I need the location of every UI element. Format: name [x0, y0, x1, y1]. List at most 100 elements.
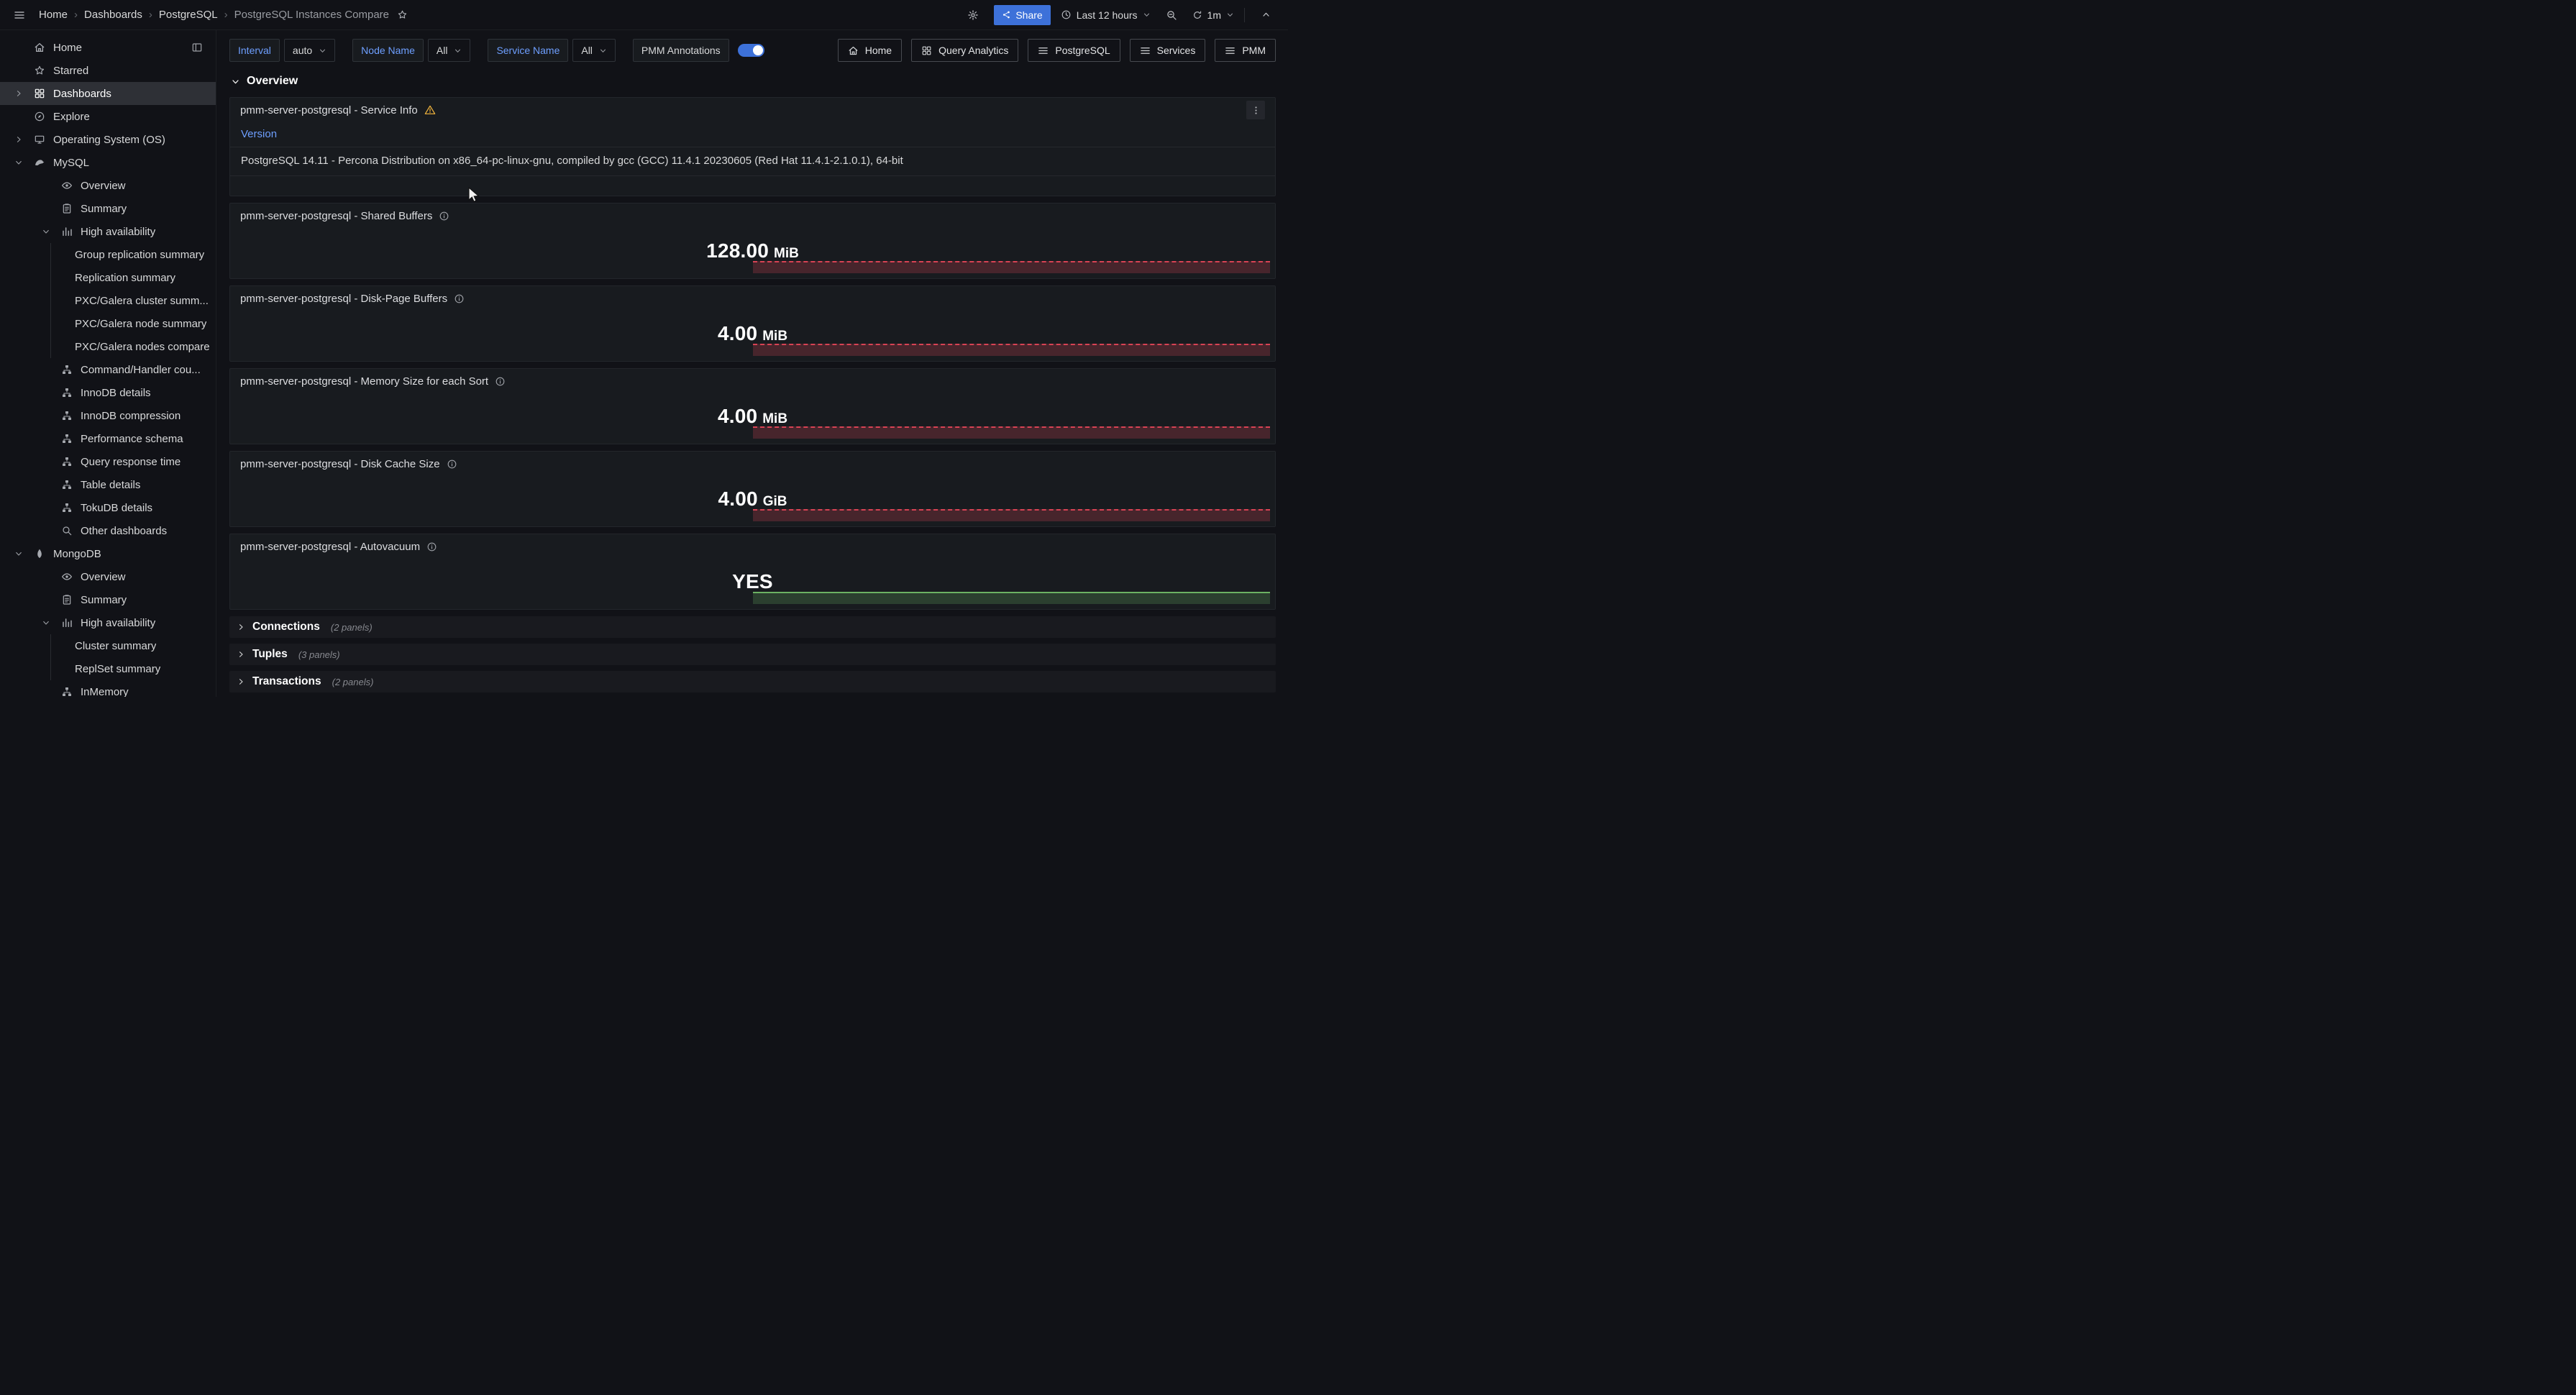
sidebar-item-label: Home	[53, 42, 82, 54]
sidebar-item-table-details[interactable]: Table details	[0, 473, 216, 496]
divider	[1244, 8, 1245, 22]
section-connections-row[interactable]: Connections (2 panels)	[229, 616, 1276, 638]
link-label: PMM	[1242, 45, 1266, 56]
sidebar-item-other-dashboards[interactable]: Other dashboards	[0, 519, 216, 542]
breadcrumb-home[interactable]: Home	[39, 9, 68, 21]
panel-menu-kebab-icon[interactable]	[1246, 101, 1265, 119]
chevron-down-icon[interactable]	[39, 224, 53, 239]
collapse-topbar-chevron-up-icon[interactable]	[1255, 4, 1276, 26]
sidebar-item-replset-summary[interactable]: ReplSet summary	[0, 657, 216, 680]
sidebar-item-mongodb-overview[interactable]: Overview	[0, 565, 216, 588]
sidebar-item-innodb-details[interactable]: InnoDB details	[0, 381, 216, 404]
stat-value: YES	[230, 570, 1275, 593]
dock-sidebar-icon[interactable]	[191, 42, 203, 53]
panel-title-bar[interactable]: pmm-server-postgresql - Service Info	[230, 98, 1275, 122]
time-range-picker[interactable]: Last 12 hours	[1061, 9, 1151, 21]
sidebar-item-mongodb-summary[interactable]: Summary	[0, 588, 216, 611]
panel-title-bar[interactable]: pmm-server-postgresql - Autovacuum	[230, 534, 1275, 559]
section-transactions-row[interactable]: Transactions (2 panels)	[229, 671, 1276, 692]
stat-unit: MiB	[762, 329, 787, 344]
sidebar-item-pxc-galera-node-summary[interactable]: PXC/Galera node summary	[0, 312, 216, 335]
section-label: Transactions	[252, 675, 321, 688]
panel-title-bar[interactable]: pmm-server-postgresql - Shared Buffers	[230, 203, 1275, 228]
chevron-down-icon[interactable]	[12, 546, 26, 561]
chevron-down-icon	[599, 47, 607, 55]
sidebar-item-mysql[interactable]: MySQL	[0, 151, 216, 174]
sidebar-item-query-response-time[interactable]: Query response time	[0, 450, 216, 473]
section-overview-header[interactable]: Overview	[231, 75, 1276, 88]
sidebar-item-starred[interactable]: Starred	[0, 59, 216, 82]
info-icon[interactable]	[426, 541, 437, 552]
table-column-header-version[interactable]: Version	[230, 122, 1275, 147]
link-postgresql-button[interactable]: PostgreSQL	[1028, 39, 1120, 62]
sidebar-item-performance-schema[interactable]: Performance schema	[0, 427, 216, 450]
sidebar-item-cluster-summary[interactable]: Cluster summary	[0, 634, 216, 657]
sidebar-item-pxc-galera-nodes-compare[interactable]: PXC/Galera nodes compare	[0, 335, 216, 358]
interval-label: Interval	[229, 39, 280, 62]
sidebar-item-label: Starred	[53, 65, 88, 77]
pmm-annotations-toggle[interactable]	[738, 44, 764, 57]
service-name-label: Service Name	[488, 39, 568, 62]
sidebar-item-mysql-overview[interactable]: Overview	[0, 174, 216, 197]
sidebar-item-inmemory[interactable]: InMemory	[0, 680, 216, 697]
sitemap-icon	[60, 501, 73, 514]
sidebar-item-home[interactable]: Home	[0, 36, 216, 59]
chevron-right-icon	[237, 623, 245, 631]
hamburger-menu-icon[interactable]	[9, 4, 30, 26]
section-label: Overview	[247, 75, 298, 88]
sidebar-item-operating-system[interactable]: Operating System (OS)	[0, 128, 216, 151]
sidebar-item-group-replication-summary[interactable]: Group replication summary	[0, 243, 216, 266]
refresh-interval-value[interactable]: 1m	[1207, 9, 1221, 21]
sidebar-item-dashboards[interactable]: Dashboards	[0, 82, 216, 105]
panel-title: pmm-server-postgresql - Autovacuum	[240, 541, 420, 553]
breadcrumb-dashboards[interactable]: Dashboards	[84, 9, 142, 21]
sidebar-item-command-handler-counters[interactable]: Command/Handler cou...	[0, 358, 216, 381]
stat-body: 4.00 GiB	[230, 476, 1275, 526]
link-pmm-button[interactable]: PMM	[1215, 39, 1276, 62]
panel-disk-cache-size: pmm-server-postgresql - Disk Cache Size …	[229, 451, 1276, 527]
sidebar-item-mysql-high-availability[interactable]: High availability	[0, 220, 216, 243]
sidebar-item-label: High availability	[81, 617, 155, 629]
stat-body: YES	[230, 559, 1275, 609]
stat-unit: MiB	[774, 246, 799, 262]
panel-title-bar[interactable]: pmm-server-postgresql - Memory Size for …	[230, 369, 1275, 393]
link-query-analytics-button[interactable]: Query Analytics	[911, 39, 1018, 62]
warning-icon[interactable]	[424, 104, 436, 116]
sidebar-item-explore[interactable]: Explore	[0, 105, 216, 128]
chevron-down-icon[interactable]	[12, 155, 26, 170]
dashboard-settings-gear-icon[interactable]	[962, 4, 984, 26]
zoom-out-time-icon[interactable]	[1161, 4, 1182, 26]
sidebar-item-innodb-compression[interactable]: InnoDB compression	[0, 404, 216, 427]
node-name-select[interactable]: All	[428, 39, 471, 62]
interval-select[interactable]: auto	[284, 39, 335, 62]
refresh-dashboard-button[interactable]: 1m	[1192, 9, 1234, 21]
breadcrumb-postgresql[interactable]: PostgreSQL	[159, 9, 218, 21]
link-home-button[interactable]: Home	[838, 39, 902, 62]
info-icon[interactable]	[454, 293, 465, 304]
sidebar-item-mongodb-high-availability[interactable]: High availability	[0, 611, 216, 634]
link-services-button[interactable]: Services	[1130, 39, 1206, 62]
sidebar-item-mysql-summary[interactable]: Summary	[0, 197, 216, 220]
sidebar-item-pxc-galera-cluster-summary[interactable]: PXC/Galera cluster summ...	[0, 289, 216, 312]
favorite-star-icon[interactable]	[397, 9, 408, 20]
sidebar-item-label: Summary	[81, 203, 127, 215]
chevron-right-icon[interactable]	[12, 132, 26, 147]
sidebar-item-label: Overview	[81, 180, 126, 192]
sidebar-item-mongodb[interactable]: MongoDB	[0, 542, 216, 565]
chevron-down-icon[interactable]	[39, 616, 53, 630]
panel-title-bar[interactable]: pmm-server-postgresql - Disk Cache Size	[230, 452, 1275, 476]
section-tuples-row[interactable]: Tuples (3 panels)	[229, 644, 1276, 665]
service-name-select[interactable]: All	[572, 39, 616, 62]
link-label: PostgreSQL	[1055, 45, 1110, 56]
sidebar-item-replication-summary[interactable]: Replication summary	[0, 266, 216, 289]
breadcrumb-separator: ›	[74, 9, 78, 21]
sidebar-item-label: Summary	[81, 594, 127, 606]
share-button[interactable]: Share	[994, 5, 1050, 25]
panel-title-bar[interactable]: pmm-server-postgresql - Disk-Page Buffer…	[230, 286, 1275, 311]
info-icon[interactable]	[495, 376, 506, 387]
info-icon[interactable]	[439, 211, 449, 221]
sidebar-item-tokudb-details[interactable]: TokuDB details	[0, 496, 216, 519]
eye-icon	[60, 179, 73, 192]
chevron-right-icon[interactable]	[12, 86, 26, 101]
info-icon[interactable]	[447, 459, 457, 470]
